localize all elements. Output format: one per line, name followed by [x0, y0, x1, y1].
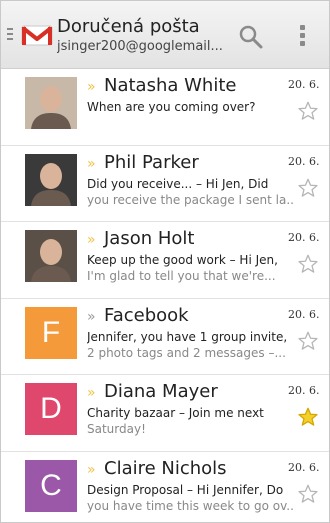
star-icon[interactable] — [297, 330, 319, 352]
user-photo-icon — [25, 77, 77, 129]
message-row[interactable]: » Natasha White When are you coming over? 2… — [1, 69, 329, 146]
avatar-letter: F — [41, 315, 61, 349]
star-icon[interactable] — [297, 177, 319, 199]
inbox-screen: Doručená pošta jsinger200@googlemail... … — [0, 0, 330, 523]
snippet-line-2: I'm glad to tell you that we're... — [87, 269, 276, 283]
message-date: 20. 6. — [288, 78, 320, 91]
message-list: » Natasha White When are you coming over? 2… — [1, 69, 329, 523]
avatar-letter: D — [40, 392, 62, 425]
snippet-line-2: you have time this week to go ov... — [87, 498, 293, 513]
user-photo-icon — [25, 153, 77, 206]
snippet-line-1: Design Proposal – Hi Jennifer, Do — [87, 482, 284, 497]
sender-name: Facebook — [104, 304, 189, 326]
sender-name: Phil Parker — [104, 151, 199, 173]
star-icon[interactable] — [297, 253, 319, 275]
message-snippet: Keep up the good work – Hi Jen, I'm glad … — [87, 252, 293, 284]
message-snippet: Charity bazaar – Join me next Saturday! — [87, 405, 293, 437]
importance-marker-icon[interactable]: » — [87, 230, 96, 250]
importance-marker-icon[interactable]: » — [87, 154, 96, 174]
sender-photo-avatar[interactable] — [25, 77, 77, 129]
message-row[interactable]: F » Facebook Jennifer, you have 1 group inv… — [1, 299, 329, 375]
message-date: 20. 6. — [288, 460, 320, 474]
star-icon[interactable] — [297, 406, 319, 428]
star-icon[interactable] — [297, 483, 319, 505]
message-date: 20. 6. — [288, 384, 320, 397]
action-bar: Doručená pošta jsinger200@googlemail... — [1, 1, 329, 69]
message-snippet: Did you receive... – Hi Jen, Did you rece… — [87, 176, 293, 208]
search-icon[interactable] — [237, 23, 265, 51]
message-snippet: Jennifer, you have 1 group invite, 2 phot… — [87, 329, 293, 361]
sender-letter-avatar[interactable]: C — [25, 459, 77, 512]
snippet-line-1: When are you coming over? — [87, 100, 256, 114]
importance-marker-icon[interactable]: » — [87, 77, 96, 97]
message-row[interactable]: C » Claire Nichols Design Proposal – Hi Jen… — [1, 452, 329, 523]
snippet-line-2: you receive the package I sent la... — [87, 192, 293, 207]
sender-photo-avatar[interactable] — [25, 230, 77, 282]
message-date: 20. 6. — [288, 231, 320, 244]
sender-name: Natasha White — [104, 75, 237, 96]
message-date: 20. 6. — [288, 307, 320, 321]
message-row[interactable]: » Jason Holt Keep up the good work – Hi Je… — [1, 222, 329, 299]
message-date: 20. 6. — [288, 154, 320, 168]
snippet-line-1: Charity bazaar – Join me next — [87, 406, 264, 420]
message-row[interactable]: D » Diana Mayer Charity bazaar – Join me ne… — [1, 375, 329, 452]
snippet-line-2: 2 photo tags and 2 messages –... — [87, 345, 286, 360]
overflow-menu-icon[interactable] — [297, 25, 307, 49]
message-row[interactable]: » Phil Parker Did you receive... – Hi Jen,… — [1, 146, 329, 222]
snippet-line-1: Keep up the good work – Hi Jen, — [87, 253, 278, 267]
sender-letter-avatar[interactable]: F — [25, 306, 77, 359]
sender-name: Claire Nichols — [104, 457, 227, 479]
up-navigation-icon[interactable] — [7, 28, 15, 42]
importance-marker-icon[interactable]: » — [87, 460, 96, 480]
message-snippet: Design Proposal – Hi Jennifer, Do you hav… — [87, 482, 293, 514]
star-icon[interactable] — [297, 100, 319, 122]
avatar-letter: C — [40, 468, 62, 502]
sender-name: Jason Holt — [104, 228, 195, 249]
sender-photo-avatar[interactable] — [25, 153, 77, 206]
sender-name: Diana Mayer — [104, 381, 218, 402]
importance-marker-icon[interactable]: » — [87, 383, 96, 403]
snippet-line-1: Did you receive... – Hi Jen, Did — [87, 176, 269, 191]
account-email: jsinger200@googlemail... — [57, 39, 223, 54]
snippet-line-1: Jennifer, you have 1 group invite, — [87, 329, 288, 344]
user-photo-icon — [25, 230, 77, 282]
mailbox-title: Doručená pošta — [57, 16, 200, 37]
sender-letter-avatar[interactable]: D — [25, 383, 77, 435]
message-snippet: When are you coming over? — [87, 99, 293, 115]
importance-marker-icon[interactable]: » — [87, 307, 96, 327]
snippet-line-2: Saturday! — [87, 422, 146, 436]
account-switcher[interactable]: Doručená pošta jsinger200@googlemail... — [57, 16, 232, 55]
gmail-logo-icon[interactable] — [21, 23, 53, 47]
